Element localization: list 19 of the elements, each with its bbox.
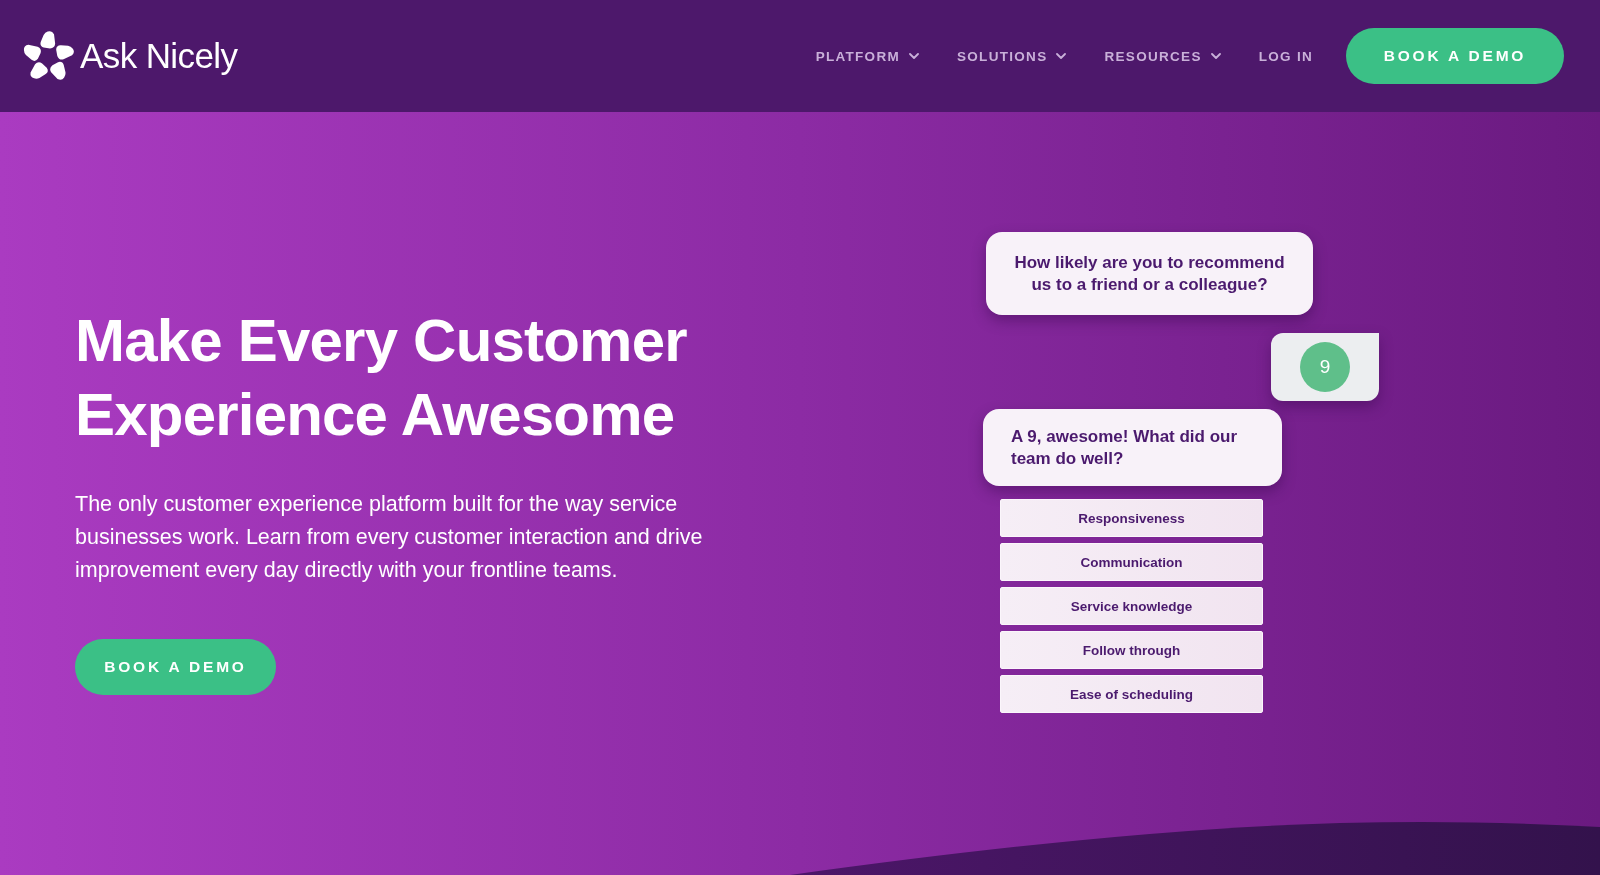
hero-description: The only customer experience platform built for the way service businesses work. Learn from every customer interaction and drive improvement every day directly with your frontline teams.: [75, 491, 704, 584]
nav-dropdown-link[interactable]: PLATFORM: [815, 48, 919, 64]
nav-dropdown-link[interactable]: SOLUTIONS: [957, 48, 1067, 64]
nav-dropdown-link[interactable]: RESOURCES: [1104, 48, 1221, 64]
chevron-down-icon: [1210, 53, 1221, 59]
answer-option: Ease of scheduling: [1000, 675, 1263, 713]
answer-option: Communication: [1000, 543, 1263, 581]
answer-option: Service knowledge: [1000, 587, 1263, 625]
nav-link[interactable]: LOG IN: [1258, 48, 1313, 64]
question-bubble: How likely are you to recommend us to a friend or a colleague?: [986, 232, 1313, 315]
hero-heading: Make Every Customer Experience Awesome: [75, 306, 688, 450]
brand-wordmark: Ask Nicely: [80, 37, 238, 73]
answer-option: Responsiveness: [1000, 499, 1263, 537]
chevron-down-icon: [1056, 53, 1067, 59]
chevron-down-icon: [909, 53, 919, 59]
answer-option: Follow through: [1000, 631, 1263, 669]
follow-up-bubble: A 9, awesome! What did our team do well?: [983, 409, 1282, 486]
logo-icon: [23, 30, 74, 80]
score-circle: 9: [1300, 342, 1350, 392]
